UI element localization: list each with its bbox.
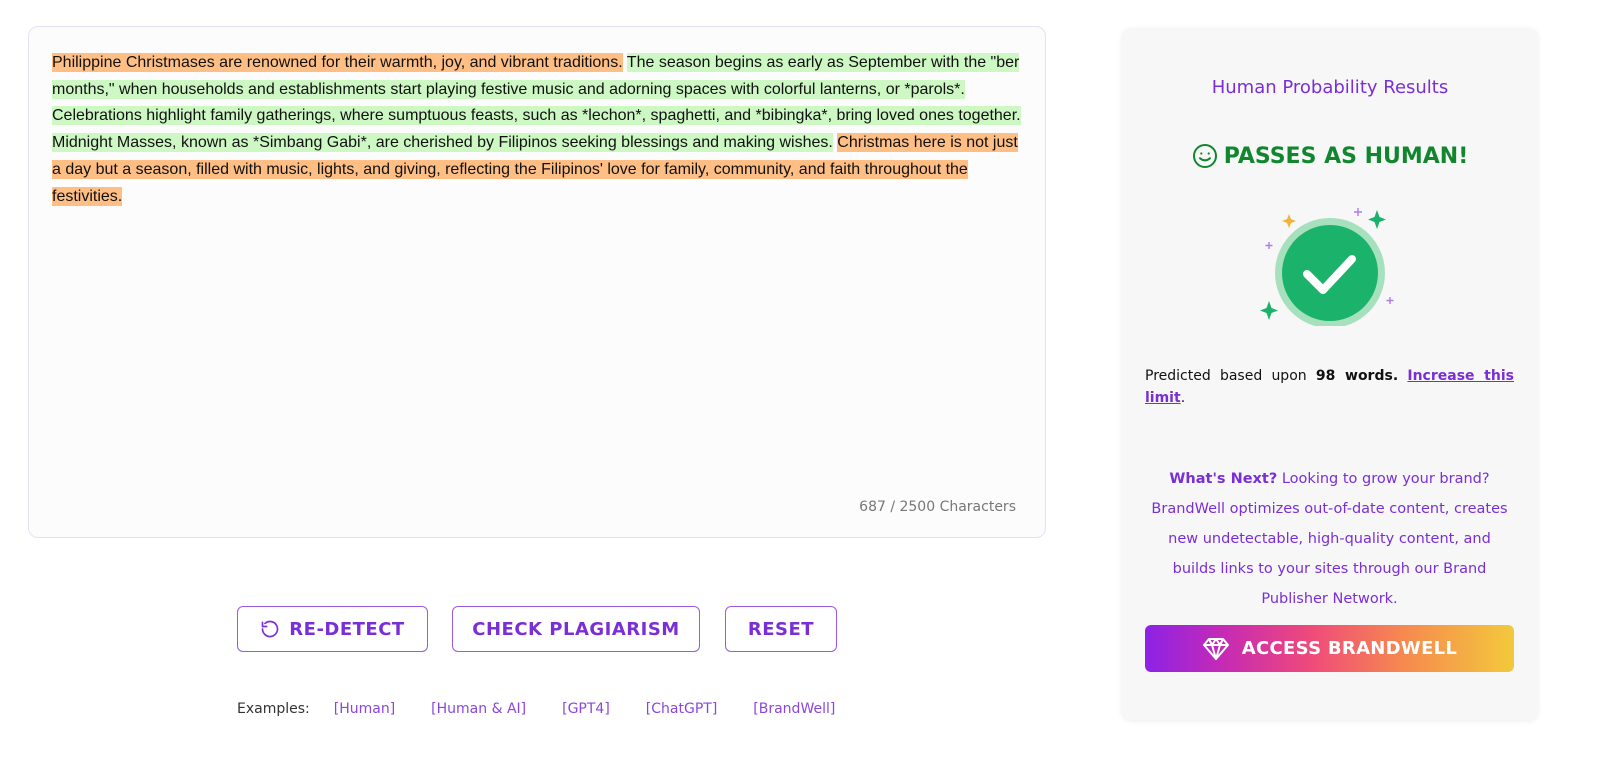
whats-next-label: What's Next?: [1169, 471, 1278, 487]
predicted-prefix: Predicted based upon: [1145, 368, 1307, 384]
reset-button[interactable]: RESET: [725, 606, 837, 652]
check-circle-icon: [1260, 208, 1394, 326]
whats-next-body: Looking to grow your brand? BrandWell op…: [1151, 471, 1508, 607]
results-title: Human Probability Results: [1211, 77, 1449, 98]
character-count: 687 / 2500 Characters: [859, 499, 1016, 515]
examples-label: Examples:: [237, 701, 310, 717]
examples-row: Examples: [Human] [Human & AI] [GPT4] [C…: [237, 698, 871, 720]
example-human-and-ai[interactable]: [Human & AI]: [431, 701, 526, 717]
verdict: PASSES AS HUMAN!: [1122, 143, 1538, 169]
example-human[interactable]: [Human]: [334, 701, 395, 717]
sparkle-icon: [1368, 210, 1386, 229]
access-brandwell-button[interactable]: ACCESS BRANDWELL: [1145, 625, 1514, 672]
smile-icon: [1192, 144, 1217, 168]
access-brandwell-label: ACCESS BRANDWELL: [1241, 638, 1458, 659]
text-segment-orange: Philippine Christmases are renowned for …: [52, 53, 623, 72]
example-chatgpt[interactable]: [ChatGPT]: [646, 701, 717, 717]
diamond-icon: [1202, 637, 1229, 660]
predicted-suffix: .: [1180, 390, 1186, 406]
verdict-text: PASSES AS HUMAN!: [1223, 143, 1469, 169]
text-segment-green: Celebrations highlight family gatherings…: [52, 106, 1021, 126]
refresh-icon: [261, 620, 279, 638]
example-brandwell[interactable]: [BrandWell]: [753, 701, 835, 717]
check-plagiarism-button[interactable]: CHECK PLAGIARISM: [452, 606, 700, 652]
sparkle-icon: [1282, 214, 1296, 228]
check-plagiarism-label: CHECK PLAGIARISM: [472, 618, 680, 640]
redetect-label: RE-DETECT: [289, 618, 405, 640]
sparkle-icon: [1265, 242, 1273, 249]
sparkle-icon: [1260, 301, 1278, 320]
sparkle-icon: [1386, 297, 1394, 304]
text-editor[interactable]: Philippine Christmases are renowned for …: [28, 26, 1046, 538]
results-panel: Human Probability Results PASSES AS HUMA…: [1122, 28, 1538, 720]
editor-text[interactable]: Philippine Christmases are renowned for …: [52, 50, 1024, 210]
reset-label: RESET: [747, 618, 815, 640]
redetect-button[interactable]: RE-DETECT: [237, 606, 428, 652]
word-count: 98 words.: [1315, 368, 1399, 384]
sparkle-icon: [1354, 208, 1362, 216]
example-gpt4[interactable]: [GPT4]: [562, 701, 610, 717]
text-segment-green: Midnight Masses, known as *Simbang Gabi*…: [52, 133, 833, 153]
whats-next-text: What's Next? Looking to grow your brand?…: [1145, 464, 1514, 614]
prediction-info: Predicted based upon 98 words. Increase …: [1145, 365, 1514, 409]
